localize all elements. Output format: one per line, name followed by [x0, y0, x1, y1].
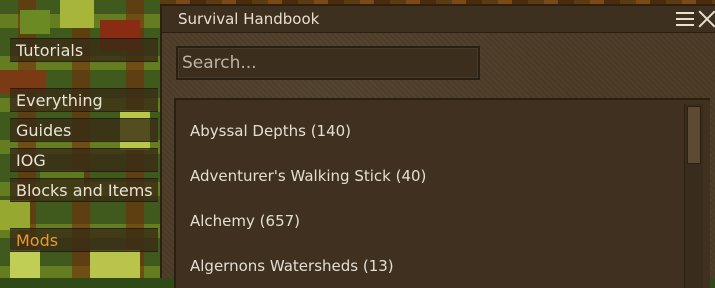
scrollbar-thumb[interactable]: [687, 106, 701, 164]
handbook-entry-list: Abyssal Depths (140) Adventurer's Walkin…: [174, 98, 710, 288]
menu-item-guides[interactable]: Guides: [10, 118, 158, 142]
window-titlebar[interactable]: Survival Handbook: [162, 6, 715, 33]
handbook-category-menu: Tutorials Everything Guides IOG Blocks a…: [0, 0, 160, 278]
close-icon[interactable]: [698, 10, 715, 28]
menu-item-blocks-and-items[interactable]: Blocks and Items: [10, 178, 158, 202]
window-title: Survival Handbook: [178, 10, 320, 28]
list-scrollbar[interactable]: [684, 104, 703, 288]
search-input[interactable]: [176, 46, 480, 80]
menu-item-mods[interactable]: Mods: [10, 228, 158, 252]
menu-item-everything[interactable]: Everything: [10, 88, 158, 112]
list-item-abyssal-depths[interactable]: Abyssal Depths (140): [190, 120, 351, 142]
list-item-alchemy[interactable]: Alchemy (657): [190, 210, 300, 232]
list-item-algernons-watersheds[interactable]: Algernons Watersheds (13): [190, 255, 394, 277]
menu-item-iog[interactable]: IOG: [10, 148, 158, 172]
list-item-adventurers-walking-stick[interactable]: Adventurer's Walking Stick (40): [190, 165, 426, 187]
survival-handbook-window: Survival Handbook Abyssal Depths (140) A…: [160, 4, 715, 288]
hamburger-menu-icon[interactable]: [676, 12, 694, 26]
menu-item-tutorials[interactable]: Tutorials: [10, 38, 158, 62]
